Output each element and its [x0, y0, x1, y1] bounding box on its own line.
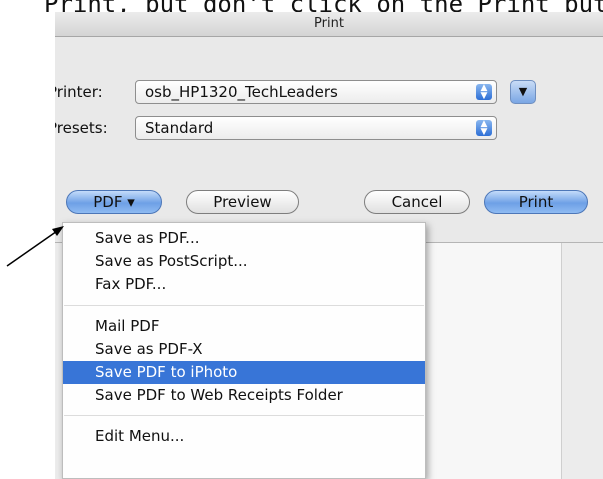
pointer-arrow-icon	[6, 226, 64, 267]
